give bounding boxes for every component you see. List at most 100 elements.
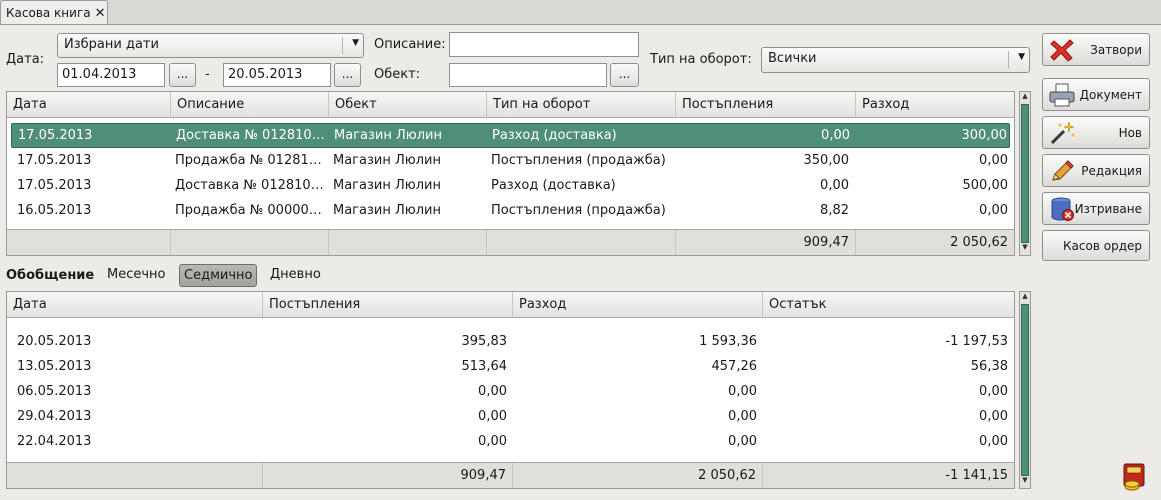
table-totals-row: 909,47 2 050,62: [7, 229, 1014, 255]
column-header-balance[interactable]: Остатък: [763, 292, 1016, 318]
cell-description: Доставка № 012810…: [175, 178, 324, 193]
cell-object: Магазин Люлин: [334, 128, 442, 143]
column-header-expense[interactable]: Разход: [856, 92, 1016, 118]
total-income: 909,47: [676, 230, 856, 255]
column-header-income[interactable]: Постъпления: [263, 292, 513, 318]
summary-table: Дата Постъпления Разход Остатък 20.05.20…: [6, 291, 1015, 489]
delete-button[interactable]: Изтриване: [1042, 192, 1150, 225]
date-to-input[interactable]: 20.05.2013: [223, 63, 331, 87]
summary-mode-daily[interactable]: Дневно: [266, 264, 325, 285]
cell-turnover-type: Постъпления (продажба): [491, 203, 666, 218]
summary-header: Дата Постъпления Разход Остатък: [7, 292, 1014, 318]
summary-row[interactable]: 29.04.2013 0,00 0,00 0,00: [7, 405, 1014, 430]
cell-expense: 300,00: [961, 128, 1008, 143]
cell-income: 0,00: [820, 178, 849, 193]
column-header-expense[interactable]: Разход: [513, 292, 763, 318]
summary-total-expense: 2 050,62: [513, 463, 763, 488]
cell-turnover-type: Постъпления (продажба): [491, 153, 666, 168]
magic-wand-icon: [1050, 121, 1075, 145]
scroll-down-arrow-icon[interactable]: ▼: [1020, 243, 1030, 255]
close-button-label: Затвори: [1090, 43, 1142, 57]
summary-row[interactable]: 06.05.2013 0,00 0,00 0,00: [7, 380, 1014, 405]
chevron-down-icon: ▼: [352, 38, 359, 48]
column-header-date[interactable]: Дата: [7, 92, 171, 118]
object-label: Обект:: [374, 67, 421, 82]
table-row[interactable]: 17.05.2013 Доставка № 012810… Магазин Лю…: [7, 174, 1014, 199]
close-button[interactable]: Затвори: [1042, 33, 1150, 66]
column-header-object[interactable]: Обект: [329, 92, 487, 118]
cell-object: Магазин Люлин: [333, 153, 441, 168]
object-picker-button[interactable]: ...: [610, 63, 639, 87]
cell-income: 0,00: [478, 384, 507, 399]
summary-scrollbar[interactable]: ▲ ▼: [1019, 291, 1031, 489]
cell-date: 29.04.2013: [17, 409, 92, 424]
transactions-table: Дата Описание Обект Тип на оборот Постъп…: [6, 91, 1015, 256]
column-header-turnover-type[interactable]: Тип на оборот: [487, 92, 676, 118]
table-row[interactable]: 17.05.2013 Доставка № 012810… Магазин Лю…: [11, 123, 1010, 148]
summary-mode-monthly[interactable]: Месечно: [103, 264, 170, 285]
scroll-down-arrow-icon[interactable]: ▼: [1020, 476, 1030, 488]
cell-income: 0,00: [821, 128, 850, 143]
cell-expense: 1 593,36: [699, 334, 757, 349]
turnover-type-value: Всички: [768, 51, 817, 66]
object-input[interactable]: [449, 63, 607, 87]
date-mode-select[interactable]: Избрани дати ▼: [57, 33, 364, 58]
summary-row[interactable]: 22.04.2013 0,00 0,00 0,00: [7, 430, 1014, 455]
turnover-type-label: Тип на оборот:: [650, 52, 752, 67]
tab-cash-book[interactable]: Касова книга ✕: [0, 0, 108, 25]
close-icon: [1050, 39, 1074, 62]
column-header-date[interactable]: Дата: [7, 292, 263, 318]
cell-balance: 0,00: [979, 384, 1008, 399]
total-expense: 2 050,62: [950, 235, 1008, 250]
scroll-up-arrow-icon[interactable]: ▲: [1020, 292, 1030, 304]
cell-expense: 0,00: [728, 409, 757, 424]
turnover-type-select[interactable]: Всички ▼: [761, 47, 1030, 73]
cell-description: Продажба № 00000…: [175, 203, 322, 218]
new-button[interactable]: Нов: [1042, 116, 1150, 149]
cell-expense: 0,00: [979, 203, 1008, 218]
chevron-down-icon: ▼: [1018, 52, 1025, 62]
cell-date: 16.05.2013: [17, 203, 92, 218]
document-button-label: Документ: [1079, 88, 1142, 102]
cell-expense: 0,00: [979, 153, 1008, 168]
summary-row[interactable]: 20.05.2013 395,83 1 593,36 -1 197,53: [7, 330, 1014, 355]
date-from-picker-button[interactable]: ...: [169, 63, 196, 87]
totals-cell-empty: [7, 463, 263, 488]
cell-object: Магазин Люлин: [333, 178, 441, 193]
close-tab-icon[interactable]: ✕: [95, 6, 106, 21]
transactions-scrollbar[interactable]: ▲ ▼: [1019, 91, 1031, 256]
cell-object: Магазин Люлин: [333, 203, 441, 218]
cell-income: 513,64: [461, 359, 508, 374]
column-header-income[interactable]: Постъпления: [676, 92, 856, 118]
table-row[interactable]: 17.05.2013 Продажба № 01281… Магазин Люл…: [7, 149, 1014, 174]
cell-date: 06.05.2013: [17, 384, 92, 399]
description-input[interactable]: [449, 32, 639, 57]
database-delete-icon: [1051, 197, 1074, 221]
printer-icon: [1049, 83, 1075, 107]
summary-row[interactable]: 13.05.2013 513,64 457,26 56,38: [7, 355, 1014, 380]
cell-income: 395,83: [461, 334, 508, 349]
date-from-input[interactable]: 01.04.2013: [57, 63, 165, 87]
summary-mode-weekly[interactable]: Седмично: [179, 264, 258, 287]
scrollbar-thumb[interactable]: [1021, 104, 1029, 243]
cell-income: 350,00: [803, 153, 850, 168]
cash-order-button[interactable]: Касов ордер: [1042, 230, 1150, 261]
cell-expense: 0,00: [728, 384, 757, 399]
cash-register-icon[interactable]: [1121, 462, 1147, 492]
cell-balance: 0,00: [979, 409, 1008, 424]
scrollbar-thumb[interactable]: [1021, 304, 1029, 476]
cell-description: Доставка № 012810…: [176, 128, 325, 143]
summary-total-balance: -1 141,15: [945, 468, 1008, 483]
cell-turnover-type: Разход (доставка): [492, 128, 617, 143]
cell-balance: 56,38: [970, 359, 1008, 374]
edit-button[interactable]: Редакция: [1042, 154, 1150, 187]
date-to-picker-button[interactable]: ...: [334, 63, 361, 87]
column-header-description[interactable]: Описание: [171, 92, 329, 118]
description-label: Описание:: [374, 37, 446, 52]
document-button[interactable]: Документ: [1042, 78, 1150, 111]
totals-cell-empty: [329, 230, 487, 255]
scroll-up-arrow-icon[interactable]: ▲: [1020, 92, 1030, 104]
cell-expense: 0,00: [728, 434, 757, 449]
table-row[interactable]: 16.05.2013 Продажба № 00000… Магазин Люл…: [7, 199, 1014, 224]
cell-description: Продажба № 01281…: [175, 153, 322, 168]
